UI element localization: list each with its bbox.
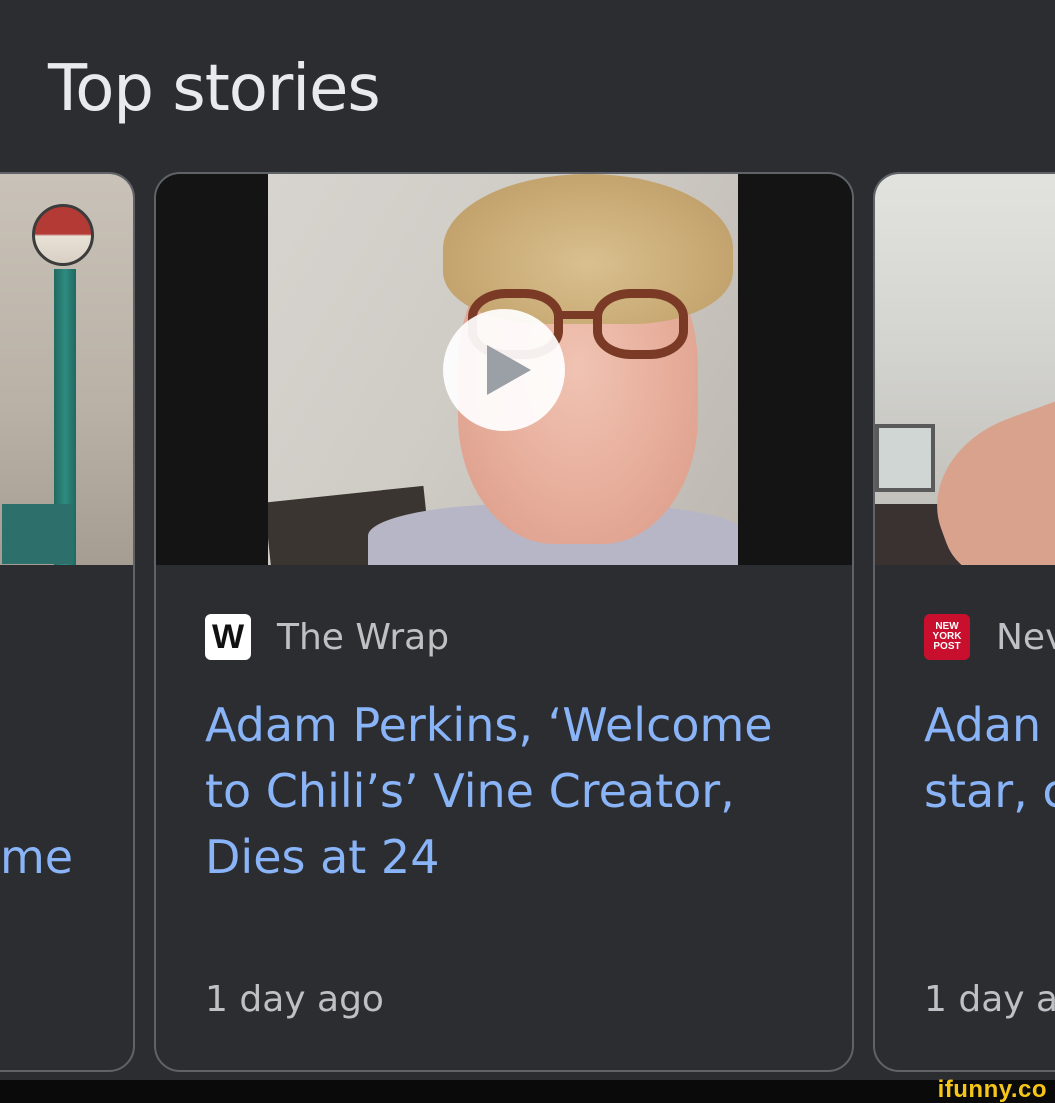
story-card-right[interactable]: NEW YORK POST Nev Adan star, c 1 day a xyxy=(873,172,1055,1072)
headline-line-2: star, c xyxy=(924,764,1055,818)
top-stories-screen: Top stories me W The Wrap Adam Perkins, … xyxy=(0,0,1055,1103)
story-headline[interactable]: Adam Perkins, ‘Welcome to Chili’s’ Vine … xyxy=(205,692,773,890)
ifunny-watermark: ifunny.co xyxy=(937,1076,1047,1103)
play-icon xyxy=(487,345,531,395)
story-headline[interactable]: me xyxy=(0,824,73,890)
the-wrap-logo-icon: W xyxy=(205,614,251,660)
story-thumbnail[interactable] xyxy=(875,174,1055,565)
source-name: Nev xyxy=(996,616,1055,658)
headline-line-3: Dies at 24 xyxy=(205,830,440,884)
source-row[interactable]: NEW YORK POST Nev xyxy=(924,614,1055,660)
video-thumbnail[interactable] xyxy=(156,174,852,565)
subway-globe-image xyxy=(32,204,94,266)
headline-line-1: Adan xyxy=(924,698,1042,752)
play-button[interactable] xyxy=(443,309,565,431)
headline-line-2: to Chili’s’ Vine Creator, xyxy=(205,764,735,818)
source-name: The Wrap xyxy=(277,616,450,658)
subway-sign-image xyxy=(2,504,72,564)
monitor-image xyxy=(875,424,935,492)
bottom-bar xyxy=(0,1080,1055,1103)
story-timestamp: 1 day a xyxy=(924,979,1055,1020)
section-title: Top stories xyxy=(48,52,381,126)
story-card-main[interactable]: W The Wrap Adam Perkins, ‘Welcome to Chi… xyxy=(154,172,854,1072)
new-york-post-logo-icon: NEW YORK POST xyxy=(924,614,970,660)
story-timestamp: 1 day ago xyxy=(205,979,384,1020)
headline-line-1: Adam Perkins, ‘Welcome xyxy=(205,698,773,752)
source-row[interactable]: W The Wrap xyxy=(205,614,449,660)
story-thumbnail[interactable] xyxy=(0,174,133,565)
story-card-left[interactable]: me xyxy=(0,172,135,1072)
story-headline[interactable]: Adan star, c xyxy=(924,692,1055,824)
